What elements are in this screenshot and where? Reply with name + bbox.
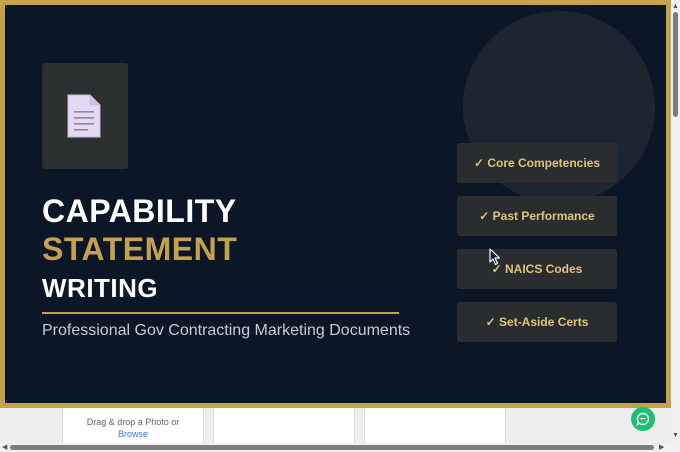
gold-divider <box>42 312 399 314</box>
feature-set-aside-certs: ✓ Set-Aside Certs <box>457 302 617 342</box>
gig-hero-image: CAPABILITY STATEMENT WRITING Professiona… <box>0 0 671 408</box>
browse-link[interactable]: Browse <box>118 429 148 439</box>
photo-upload-dropzone[interactable]: Drag & drop a Photo or Browse <box>62 408 204 443</box>
feature-naics-codes: ✓ NAICS Codes <box>457 249 617 289</box>
vertical-scroll-thumb[interactable] <box>673 12 678 117</box>
scroll-left-arrow-icon[interactable]: ◀ <box>2 443 7 452</box>
title-capability: CAPABILITY <box>42 193 237 229</box>
scroll-down-arrow-icon[interactable]: ▼ <box>672 432 679 440</box>
drag-drop-text: Drag & drop a Photo or <box>86 417 180 427</box>
scroll-up-arrow-icon[interactable]: ▲ <box>672 3 679 11</box>
document-card <box>42 63 128 169</box>
title-statement: STATEMENT <box>42 231 238 267</box>
mouse-cursor-icon <box>489 248 501 266</box>
scroll-right-arrow-icon[interactable]: ▶ <box>659 443 664 452</box>
chat-button[interactable] <box>631 407 655 431</box>
photo-slot-2[interactable] <box>213 408 355 443</box>
feature-core-competencies: ✓ Core Competencies <box>457 143 617 183</box>
document-icon <box>67 94 101 138</box>
horizontal-scroll-thumb[interactable] <box>10 445 654 450</box>
hero-subtitle: Professional Gov Contracting Marketing D… <box>42 322 411 339</box>
upload-strip: Drag & drop a Photo or Browse <box>0 408 671 443</box>
photo-slot-3[interactable] <box>364 408 506 443</box>
feature-past-performance: ✓ Past Performance <box>457 196 617 236</box>
chat-icon <box>636 412 650 426</box>
title-writing: WRITING <box>42 273 159 303</box>
horizontal-scrollbar[interactable]: ◀ ▶ <box>0 443 680 452</box>
vertical-scrollbar[interactable]: ▲ ▼ <box>671 0 680 443</box>
